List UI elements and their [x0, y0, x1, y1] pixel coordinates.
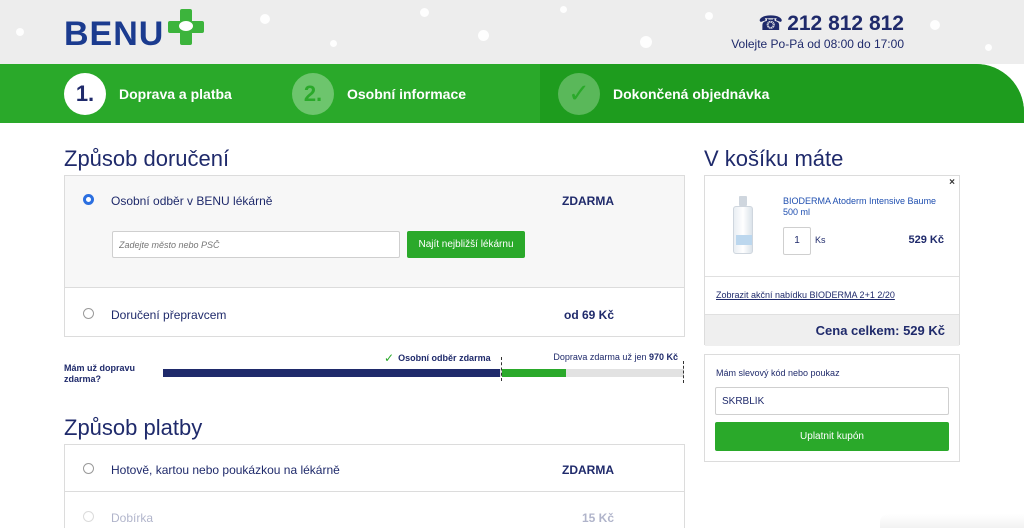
remove-item-icon[interactable]: × [949, 177, 955, 188]
radio-pay-cod[interactable] [83, 511, 94, 522]
payment-option-label: Hotově, kartou nebo poukázkou na lékárně [111, 463, 340, 477]
benu-logo[interactable]: BENU [64, 9, 205, 53]
snow-dot [260, 14, 270, 24]
snow-dot [930, 20, 940, 30]
phone-number[interactable]: 212 812 812 [787, 12, 904, 36]
progress-marker-pickup [501, 357, 502, 381]
payment-title: Způsob platby [64, 415, 203, 440]
delivery-option-label: Doručení přepravcem [111, 308, 227, 322]
checkmark-icon: ✓ [558, 72, 600, 115]
step-dokoncena-objednavka: ✓ Dokončená objednávka [558, 64, 769, 123]
progress-fill-order [502, 369, 566, 377]
quantity-unit: Ks [815, 235, 826, 245]
site-header: BENU ☎ 212 812 812 Volejte Po-Pá od 08:0… [0, 0, 1024, 64]
promo-offer-link[interactable]: Zobrazit akční nabídku BIODERMA 2+1 2/20 [716, 290, 895, 300]
step-number: 2. [292, 72, 334, 115]
free-shipping-question: Mám už dopravu zdarma? [64, 363, 136, 384]
radio-courier[interactable] [83, 308, 94, 319]
coupon-label: Mám slevový kód nebo poukaz [716, 368, 840, 378]
snow-dot [330, 40, 337, 47]
cart-total: Cena celkem: 529 Kč [815, 323, 945, 338]
cart-title: V košíku máte [704, 146, 844, 171]
delivery-option-courier[interactable]: Doručení přepravcem od 69 Kč [65, 289, 684, 337]
divider [705, 276, 959, 277]
progress-marker-end [683, 361, 684, 383]
payment-options: Hotově, kartou nebo poukázkou na lékárně… [64, 444, 685, 528]
delivery-option-label: Osobní odběr v BENU lékárně [111, 194, 273, 208]
product-price: 529 Kč [908, 234, 944, 246]
logo-text: BENU [64, 15, 165, 53]
step-osobni-informace: 2. Osobní informace [292, 64, 466, 123]
free-shipping-remaining: Doprava zdarma už jen 970 Kč [553, 352, 678, 362]
pickup-free-indicator: ✓ Osobní odběr zdarma [384, 351, 491, 365]
payment-option-price: 15 Kč [581, 511, 614, 525]
payment-option-store[interactable]: Hotově, kartou nebo poukázkou na lékárně… [65, 445, 684, 492]
cart-total-row: Cena celkem: 529 Kč [705, 314, 959, 346]
cart-summary: × BIODERMA Atoderm Intensive Baume 500 m… [704, 175, 960, 346]
free-shipping-prefix: Doprava zdarma už jen [553, 352, 647, 362]
coupon-section: Mám slevový kód nebo poukaz Uplatnit kup… [704, 354, 960, 462]
free-shipping-progress-bar [163, 369, 684, 377]
payment-option-price: ZDARMA [562, 463, 614, 477]
coupon-input[interactable] [715, 387, 949, 415]
radio-pay-store[interactable] [83, 463, 94, 474]
quantity-input[interactable]: 1 [783, 227, 811, 255]
phone-hours: Volejte Po-Pá od 08:00 do 17:00 [731, 37, 904, 51]
delivery-option-price: od 69 Kč [563, 308, 614, 322]
step-label: Dokončená objednávka [613, 85, 770, 102]
snow-dot [420, 8, 429, 17]
delivery-option-price: ZDARMA [562, 194, 614, 208]
find-pharmacy-button[interactable]: Najít nejbližší lékárnu [407, 231, 525, 258]
free-shipping-amount: 970 Kč [648, 352, 678, 362]
delivery-options: Osobní odběr v BENU lékárně ZDARMA Najít… [64, 175, 685, 337]
product-image[interactable] [733, 196, 755, 254]
phone-icon: ☎ [758, 13, 784, 35]
product-name[interactable]: BIODERMA Atoderm Intensive Baume 500 ml [783, 196, 953, 218]
checkout-steps: 1. Doprava a platba 2. Osobní informace … [0, 64, 1024, 123]
city-search-input[interactable] [112, 231, 400, 258]
snow-dot [640, 36, 652, 48]
snow-dot [705, 12, 713, 20]
step-label: Doprava a platba [119, 85, 232, 102]
step-number: 1. [64, 72, 106, 115]
page-footer-edge [880, 514, 1024, 528]
snow-dot [985, 44, 992, 51]
step-doprava-platba: 1. Doprava a platba [64, 64, 232, 123]
snow-dot [478, 30, 489, 41]
progress-fill-pickup [163, 369, 500, 377]
step-label: Osobní informace [347, 85, 467, 102]
radio-pickup[interactable] [83, 194, 94, 205]
apply-coupon-button[interactable]: Uplatnit kupón [715, 422, 949, 451]
payment-option-label: Dobírka [111, 511, 154, 525]
snow-dot [16, 28, 24, 36]
snow-dot [560, 6, 567, 13]
payment-option-cod[interactable]: Dobírka 15 Kč [65, 493, 684, 528]
contact-phone: ☎ 212 812 812 Volejte Po-Pá od 08:00 do … [731, 12, 904, 51]
pickup-free-label: Osobní odběr zdarma [398, 353, 491, 363]
checkmark-icon: ✓ [384, 351, 395, 365]
delivery-option-pickup[interactable]: Osobní odběr v BENU lékárně ZDARMA Najít… [65, 176, 684, 288]
pharmacy-cross-icon [168, 9, 205, 45]
delivery-title: Způsob doručení [64, 146, 230, 171]
